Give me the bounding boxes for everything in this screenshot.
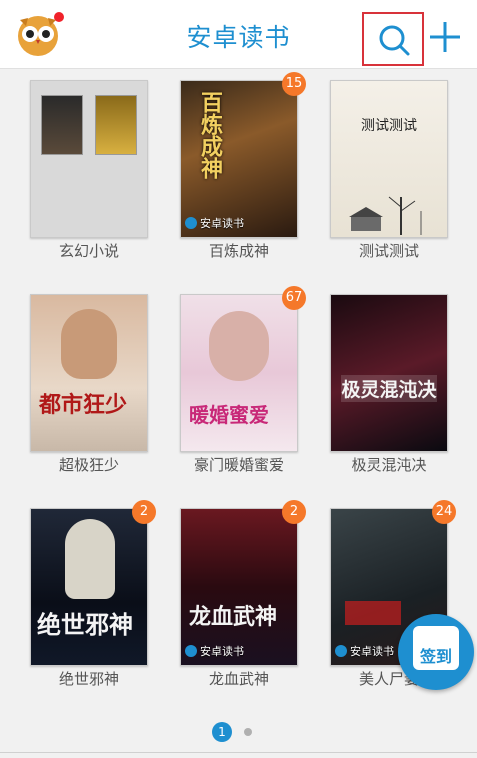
book-title: 龙血武神 bbox=[208, 670, 269, 688]
book-title: 极灵混沌决 bbox=[351, 456, 427, 474]
page-indicator: 1 bbox=[0, 722, 477, 742]
book-cover: 龙血武神 安卓读书 bbox=[180, 508, 298, 666]
book-title: 绝世邪神 bbox=[58, 670, 119, 688]
cover-text: 测试测试 bbox=[361, 118, 417, 134]
add-button[interactable] bbox=[428, 20, 462, 54]
book-title: 玄幻小说 bbox=[58, 242, 119, 260]
brand-icon bbox=[185, 645, 197, 657]
page-dot-current[interactable]: 1 bbox=[212, 722, 232, 742]
brand-icon bbox=[185, 217, 197, 229]
search-button[interactable] bbox=[362, 12, 424, 66]
book-cover: 暖婚蜜爱 bbox=[180, 294, 298, 452]
plus-icon bbox=[430, 22, 460, 52]
search-icon bbox=[379, 25, 410, 56]
winter-trees-illustration bbox=[349, 196, 422, 235]
character-portrait bbox=[65, 519, 115, 599]
book-title: 豪门暖婚蜜爱 bbox=[193, 456, 284, 474]
brand-tag: 安卓读书 bbox=[335, 643, 394, 659]
checkin-label: 签到 bbox=[419, 647, 452, 666]
book-cover: 测试测试 bbox=[330, 80, 448, 238]
cover-text: 百炼成神 bbox=[197, 91, 222, 179]
mini-cover bbox=[95, 95, 137, 155]
book-title: 百炼成神 bbox=[208, 242, 269, 260]
character-portrait bbox=[209, 311, 269, 381]
divider bbox=[0, 752, 477, 753]
brand-tag: 安卓读书 bbox=[185, 643, 244, 659]
checkin-button[interactable]: 签到 bbox=[398, 614, 474, 690]
update-badge: 67 bbox=[282, 286, 306, 310]
book-cover: 都市狂少 bbox=[30, 294, 148, 452]
book-cover: 百炼成神 安卓读书 bbox=[180, 80, 298, 238]
folder-cover bbox=[30, 80, 148, 238]
cover-text: 龙血武神 bbox=[189, 605, 278, 630]
cover-text: 暖婚蜜爱 bbox=[189, 403, 269, 427]
book-title: 超极狂少 bbox=[58, 456, 119, 474]
character-portrait bbox=[61, 309, 117, 379]
mini-cover bbox=[41, 95, 83, 155]
update-badge: 15 bbox=[282, 72, 306, 96]
cover-text: 都市狂少 bbox=[39, 393, 128, 418]
update-badge: 2 bbox=[282, 500, 306, 524]
book-cover: 极灵混沌决 bbox=[330, 294, 448, 452]
brand-tag: 安卓读书 bbox=[185, 215, 244, 231]
book-cover: 绝世邪神 bbox=[30, 508, 148, 666]
page-dot[interactable] bbox=[244, 728, 252, 736]
app-header: 安卓读书 bbox=[0, 0, 477, 69]
cover-text: 极灵混沌决 bbox=[341, 375, 437, 402]
cover-text: 绝世邪神 bbox=[37, 611, 133, 639]
update-badge: 24 bbox=[432, 500, 456, 524]
book-title: 测试测试 bbox=[358, 242, 419, 260]
update-badge: 2 bbox=[132, 500, 156, 524]
cover-art bbox=[345, 601, 401, 625]
brand-icon bbox=[335, 645, 347, 657]
